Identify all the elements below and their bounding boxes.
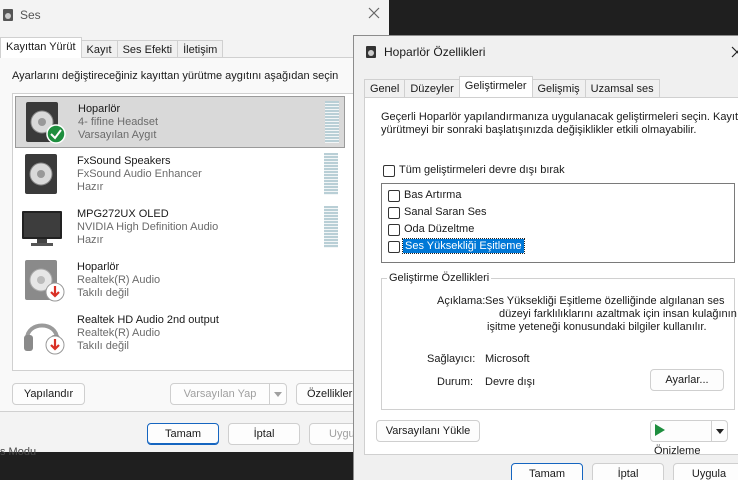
speaker-small-icon: [366, 46, 376, 58]
configure-button[interactable]: Yapılandır: [12, 383, 85, 405]
device-name: Realtek HD Audio 2nd output: [77, 314, 219, 326]
provider-label: Sağlayıcı:: [427, 353, 476, 365]
tab-enhancements[interactable]: Geliştirmeler: [458, 76, 533, 97]
enhancement-checkbox[interactable]: [388, 207, 400, 219]
description-line: Geçerli Hoparlör yapılandırmanıza uygula…: [381, 111, 738, 123]
sound-title: Ses: [20, 8, 41, 22]
set-default-button[interactable]: Varsayılan Yap: [170, 383, 270, 405]
preview-button[interactable]: Önizleme: [650, 420, 712, 457]
device-status: Hazır: [77, 234, 104, 246]
speaker-small-icon: [3, 9, 13, 21]
enhancement-checkbox[interactable]: [388, 241, 400, 253]
preview-label: Önizleme: [654, 445, 701, 457]
close-icon[interactable]: [368, 7, 380, 19]
description-line: yürütmeyi bir sonraki başlatışınızda değ…: [381, 124, 697, 136]
device-status: Takılı değil: [77, 287, 129, 299]
device-driver: FxSound Audio Enhancer: [77, 168, 202, 180]
enhancement-label: Oda Düzeltme: [404, 223, 475, 235]
tab-spatial-sound[interactable]: Uzamsal ses: [584, 79, 660, 97]
volume-meter: [324, 153, 338, 195]
monitor-icon: [22, 211, 62, 246]
device-status: Takılı değil: [77, 340, 129, 352]
sound-tabs: Kayıttan Yürüt Kayıt Ses Efekti İletişim: [0, 37, 224, 58]
description-value-line: işitme yeteneği konusundaki bilgiler kul…: [487, 321, 707, 333]
instruction-text: Ayarlarını değiştireceğiniz kayıttan yür…: [12, 70, 339, 82]
device-row[interactable]: Hoparlör 4- fifine Headset Varsayılan Ay…: [15, 96, 345, 148]
device-name: MPG272UX OLED: [77, 208, 169, 220]
properties-title: Hoparlör Özellikleri: [384, 45, 486, 59]
tab-advanced[interactable]: Gelişmiş: [531, 79, 586, 97]
properties-titlebar[interactable]: Hoparlör Özellikleri: [354, 36, 738, 66]
device-name: Hoparlör: [78, 103, 121, 115]
speaker-icon: [25, 154, 57, 194]
sound-window: Ses Kayıttan Yürüt Kayıt Ses Efekti İlet…: [0, 0, 389, 452]
play-icon: [655, 424, 665, 436]
enhancement-checkbox[interactable]: [388, 224, 400, 236]
tab-sounds[interactable]: Ses Efekti: [116, 40, 179, 58]
device-row[interactable]: Hoparlör Realtek(R) Audio Takılı değil: [15, 255, 345, 307]
check-icon: [46, 124, 66, 144]
volume-meter: [325, 101, 339, 143]
cancel-button[interactable]: İptal: [592, 463, 664, 480]
tab-communications[interactable]: İletişim: [177, 40, 224, 58]
description-label: Açıklama:: [437, 295, 486, 307]
ok-button[interactable]: Tamam: [147, 423, 219, 445]
tab-levels[interactable]: Düzeyler: [404, 79, 460, 97]
tab-playback[interactable]: Kayıttan Yürüt: [0, 37, 82, 58]
ok-button[interactable]: Tamam: [511, 463, 583, 480]
sound-tab-panel: Ayarlarını değiştireceğiniz kayıttan yür…: [0, 57, 389, 412]
restore-defaults-button[interactable]: Varsayılanı Yükle: [376, 420, 480, 442]
tab-recording[interactable]: Kayıt: [80, 40, 118, 58]
close-icon[interactable]: [731, 46, 738, 58]
status-value: Devre dışı: [485, 376, 536, 388]
unplugged-icon: [45, 282, 65, 302]
set-default-dropdown[interactable]: [269, 383, 287, 405]
provider-value: Microsoft: [485, 353, 530, 365]
device-name: Hoparlör: [77, 261, 120, 273]
properties-tabs: Genel Düzeyler Geliştirmeler Gelişmiş Uz…: [364, 76, 660, 97]
description-value-line: Ses Yüksekliği Eşitleme özelliğinde algı…: [485, 295, 725, 307]
enhancement-checkbox[interactable]: [388, 190, 400, 202]
enhancement-label: Bas Artırma: [404, 189, 462, 201]
description-value: Ses Yüksekliği Eşitleme özelliğinde algı…: [485, 295, 737, 334]
device-row[interactable]: FxSound Speakers FxSound Audio Enhancer …: [15, 149, 345, 201]
device-row[interactable]: MPG272UX OLED NVIDIA High Definition Aud…: [15, 202, 345, 254]
description-value-line: düzeyi farklılıklarını azaltmak için ins…: [499, 308, 737, 320]
sound-titlebar[interactable]: Ses: [0, 0, 389, 30]
device-status: Hazır: [77, 181, 104, 193]
volume-meter: [324, 206, 338, 248]
device-name: FxSound Speakers: [77, 155, 171, 167]
enhancement-label: Sanal Saran Ses: [404, 206, 487, 218]
cancel-button[interactable]: İptal: [228, 423, 300, 445]
device-list[interactable]: Hoparlör 4- fifine Headset Varsayılan Ay…: [12, 93, 356, 371]
enhancements-description: Geçerli Hoparlör yapılandırmanıza uygula…: [381, 111, 738, 137]
apply-button[interactable]: Uygula: [673, 463, 738, 480]
disable-all-label: Tüm geliştirmeleri devre dışı bırak: [399, 164, 565, 176]
device-status: Varsayılan Aygıt: [78, 129, 157, 141]
tab-general[interactable]: Genel: [364, 79, 406, 97]
preview-dropdown[interactable]: [711, 420, 728, 442]
settings-button[interactable]: Ayarlar...: [650, 369, 724, 391]
taskbar-hint: s Modu: [0, 446, 37, 458]
device-driver: 4- fifine Headset: [78, 116, 159, 128]
enhancement-label-selected: Ses Yüksekliği Eşitleme: [402, 238, 525, 254]
enhancements-panel: Geçerli Hoparlör yapılandırmanıza uygula…: [364, 97, 738, 457]
status-label: Durum:: [437, 376, 474, 388]
device-driver: NVIDIA High Definition Audio: [77, 221, 219, 233]
chevron-down-icon: [274, 392, 282, 397]
chevron-down-icon: [715, 429, 724, 434]
device-driver: Realtek(R) Audio: [77, 327, 161, 339]
speaker-properties-window: Hoparlör Özellikleri Genel Düzeyler Geli…: [353, 35, 738, 480]
enhancement-list[interactable]: Bas Artırma Sanal Saran Ses Oda Düzeltme…: [381, 183, 735, 263]
device-row[interactable]: Realtek HD Audio 2nd output Realtek(R) A…: [15, 308, 345, 360]
disable-all-checkbox[interactable]: [383, 165, 395, 177]
device-driver: Realtek(R) Audio: [77, 274, 161, 286]
group-title: Geliştirme Özellikleri: [387, 272, 492, 284]
unplugged-icon: [45, 335, 65, 355]
